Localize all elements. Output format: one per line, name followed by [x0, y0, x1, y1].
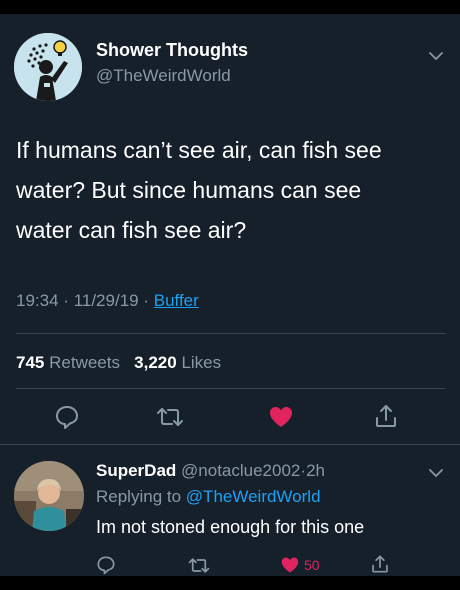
retweet-button[interactable]	[156, 405, 184, 429]
mention-link[interactable]: @TheWeirdWorld	[186, 487, 321, 506]
retweet-icon	[188, 558, 210, 573]
share-button[interactable]	[373, 403, 399, 429]
reply-button[interactable]	[54, 404, 80, 430]
separator: ·	[143, 291, 150, 310]
divider	[16, 388, 446, 389]
chevron-down-icon[interactable]	[426, 46, 446, 66]
tweet-text-line: water? But since humans can see	[16, 177, 362, 203]
reply-avatar[interactable]	[14, 461, 84, 531]
tweet-timestamp: 19:34 · 11/29/19 · Buffer	[16, 291, 199, 311]
like-stat[interactable]: 3,220 Likes	[134, 353, 221, 372]
reply-text: Im not stoned enough for this one	[96, 517, 365, 537]
engagement-stats: 745 Retweets 3,220 Likes	[16, 353, 221, 373]
tweet-time: 19:34	[16, 291, 59, 310]
divider	[0, 444, 460, 445]
retweet-label: Retweets	[49, 353, 120, 372]
display-name[interactable]: Shower Thoughts	[96, 40, 248, 61]
replying-to: Replying to @TheWeirdWorld	[96, 487, 321, 507]
user-handle[interactable]: @TheWeirdWorld	[96, 66, 231, 86]
share-icon	[372, 555, 388, 573]
reply-share-button[interactable]	[370, 554, 390, 574]
like-icon	[281, 557, 299, 573]
reply-like-button[interactable]: 50	[280, 556, 320, 574]
like-label: Likes	[181, 353, 222, 372]
tweet-text-line: If humans can’t see air, can fish see	[16, 137, 382, 163]
replying-prefix: Replying to	[96, 487, 182, 506]
reply-display-name[interactable]: SuperDad	[96, 461, 176, 480]
chevron-down-icon[interactable]	[426, 463, 446, 483]
shower-thoughts-logo	[14, 33, 82, 101]
retweet-stat[interactable]: 745 Retweets	[16, 353, 120, 372]
reply-reply-button[interactable]	[96, 555, 116, 575]
share-icon	[376, 405, 396, 427]
tweet-date: 11/29/19	[73, 291, 139, 310]
avatar-photo	[14, 461, 84, 531]
tweet-screen: Shower Thoughts @TheWeirdWorld If humans…	[0, 14, 460, 576]
tweet-text: If humans can’t see air, can fish see wa…	[16, 130, 446, 250]
divider	[16, 333, 446, 334]
reply-icon	[56, 406, 78, 429]
reply-icon	[97, 556, 115, 575]
reply-time: 2h	[306, 461, 325, 480]
source-link[interactable]: Buffer	[154, 291, 199, 310]
reply-header: SuperDad @notaclue2002·2h	[96, 461, 325, 481]
like-button[interactable]	[268, 405, 294, 429]
tweet-text-line: water can fish see air?	[16, 217, 247, 243]
like-count: 3,220	[134, 353, 177, 372]
reply-retweet-button[interactable]	[188, 556, 210, 575]
reply-handle[interactable]: @notaclue2002	[181, 461, 300, 480]
like-icon	[270, 407, 292, 427]
retweet-icon	[157, 408, 183, 426]
separator: ·	[63, 291, 69, 310]
avatar[interactable]	[14, 33, 82, 101]
retweet-count: 745	[16, 353, 45, 372]
reply-like-count: 50	[304, 557, 320, 573]
